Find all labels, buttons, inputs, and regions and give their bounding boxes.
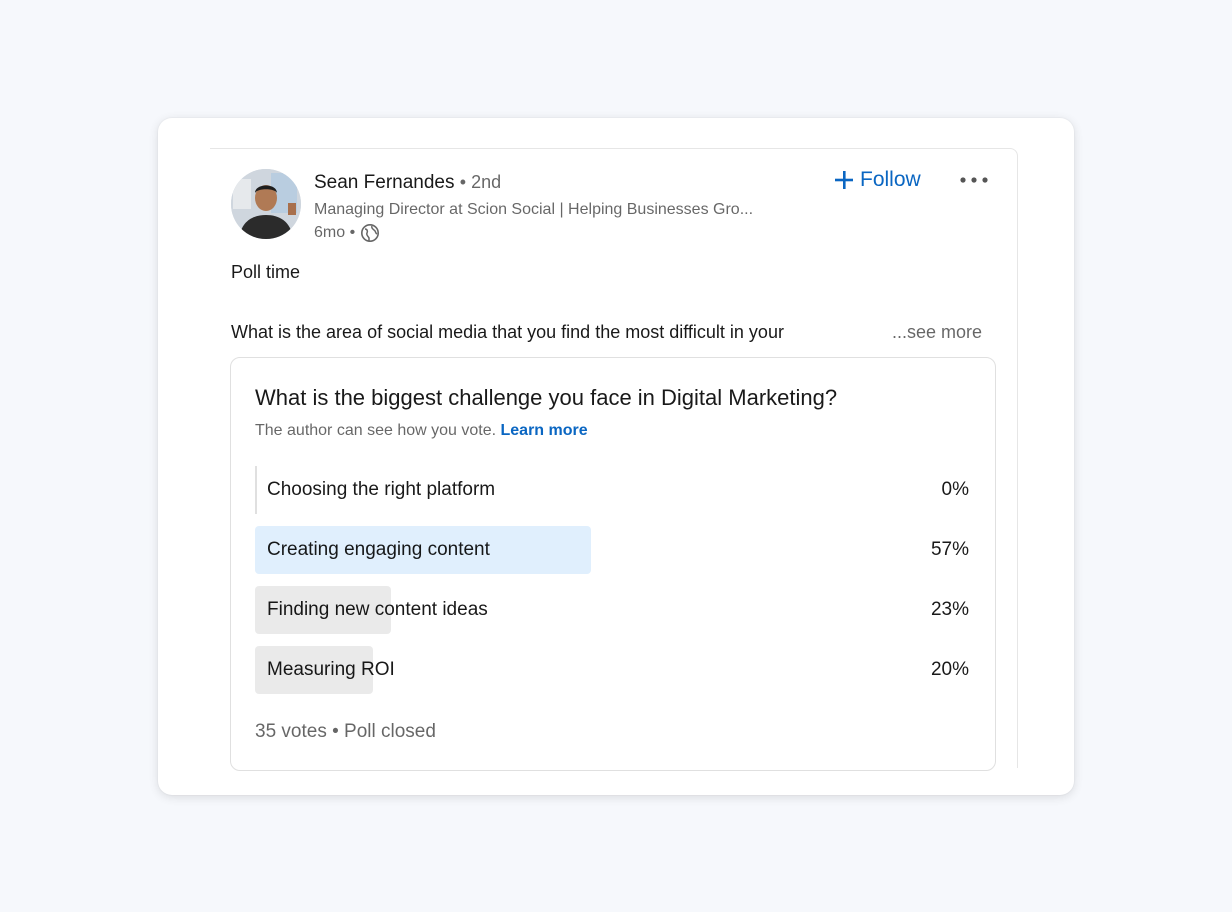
poll-option-percent: 57% xyxy=(930,539,969,560)
poll-question: What is the biggest challenge you face i… xyxy=(255,385,838,410)
poll-option-percent: 0% xyxy=(941,479,969,500)
poll-option-label: Creating engaging content xyxy=(267,539,490,560)
poll-option-bar xyxy=(255,466,257,514)
poll-option: Finding new content ideas 23% xyxy=(255,586,969,634)
learn-more-link[interactable]: Learn more xyxy=(501,422,588,439)
plus-icon xyxy=(835,171,853,189)
follow-label: Follow xyxy=(860,168,921,191)
poll-option: Measuring ROI 20% xyxy=(255,646,969,694)
poll-option-percent: 20% xyxy=(930,659,969,680)
poll-privacy-note: The author can see how you vote. Learn m… xyxy=(255,421,588,441)
post-card-frame: Sean Fernandes • 2nd Managing Director a… xyxy=(158,118,1074,795)
poll-option-label: Choosing the right platform xyxy=(267,479,496,500)
author-avatar[interactable] xyxy=(231,169,301,239)
post-meta: 6mo • xyxy=(314,222,380,244)
avatar-photo xyxy=(231,169,301,239)
author-name[interactable]: Sean Fernandes • 2nd xyxy=(314,170,501,195)
post-text-line-1: Poll time xyxy=(231,262,301,282)
poll-note-text: The author can see how you vote. xyxy=(255,422,497,439)
poll-card: What is the biggest challenge you face i… xyxy=(230,357,996,771)
poll-option-label: Finding new content ideas xyxy=(267,599,488,620)
author-name-text[interactable]: Sean Fernandes xyxy=(314,172,455,193)
post-time: 6mo • xyxy=(314,224,356,241)
see-more-link[interactable]: ...see more xyxy=(892,320,982,344)
poll-option: Creating engaging content 57% xyxy=(255,526,969,574)
author-headline: Managing Director at Scion Social | Help… xyxy=(314,201,754,218)
poll-option: Choosing the right platform 0% xyxy=(255,466,969,514)
poll-option-label: Measuring ROI xyxy=(267,659,395,680)
post-text-line-2: What is the area of social media that yo… xyxy=(231,322,784,342)
follow-button[interactable]: Follow xyxy=(834,165,921,195)
ellipsis-icon[interactable] xyxy=(958,169,994,191)
poll-option-percent: 23% xyxy=(930,599,969,620)
feed-post: Sean Fernandes • 2nd Managing Director a… xyxy=(210,148,1018,771)
poll-footer: 35 votes • Poll closed xyxy=(255,721,436,742)
globe-icon xyxy=(361,224,380,242)
connection-degree: • 2nd xyxy=(459,172,502,192)
